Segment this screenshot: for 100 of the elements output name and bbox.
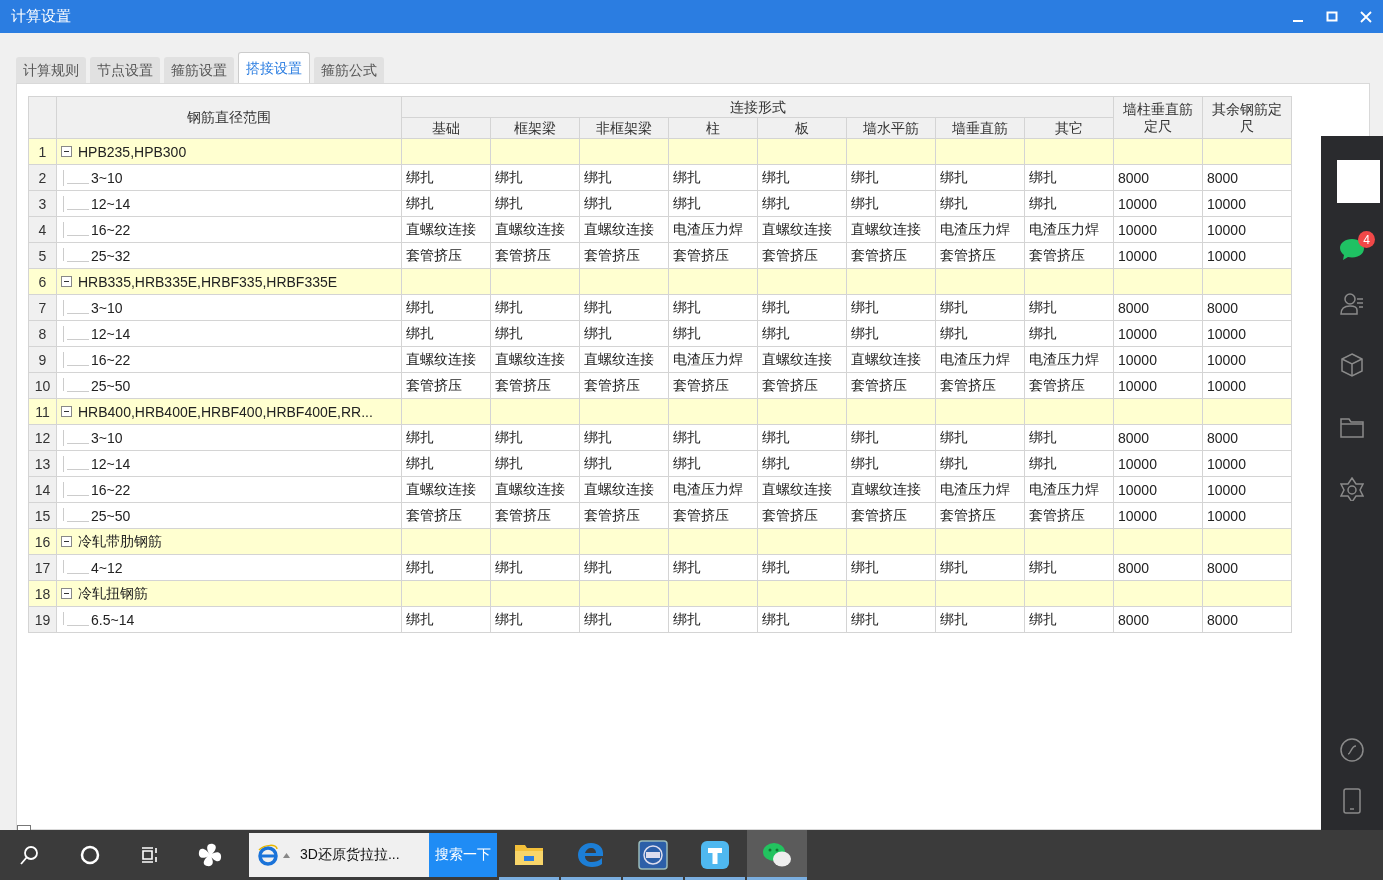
search-field[interactable]: 3D还原货拉拉...	[249, 833, 429, 877]
table-cell: 绑扎	[757, 450, 847, 477]
table-cell: 10000	[1113, 476, 1203, 503]
table-cell: 绑扎	[757, 294, 847, 321]
folder-icon[interactable]	[1340, 415, 1364, 439]
table-cell: 绑扎	[1024, 190, 1114, 217]
table-cell: 直螺纹连接	[401, 476, 491, 503]
table-cell: 直螺纹连接	[401, 216, 491, 243]
table-cell: 电渣压力焊	[935, 476, 1025, 503]
table-cell: 电渣压力焊	[668, 346, 758, 373]
table-cell: 绑扎	[579, 164, 669, 191]
circle-icon[interactable]	[80, 845, 100, 865]
table-cell: 套管挤压	[1024, 372, 1114, 399]
maximize-icon[interactable]	[1326, 10, 1338, 23]
table-cell: 绑扎	[935, 554, 1025, 581]
tab[interactable]: 搭接设置	[238, 52, 310, 83]
table-cell: 绑扎	[579, 424, 669, 451]
pinwheel-icon[interactable]	[197, 842, 223, 868]
search-icon[interactable]	[20, 845, 40, 865]
tab[interactable]: 箍筋公式	[314, 57, 384, 83]
table-cell: 绑扎	[490, 320, 580, 347]
contacts-icon[interactable]	[1340, 291, 1364, 315]
table-cell: 绑扎	[490, 424, 580, 451]
cad-app-icon[interactable]	[638, 840, 668, 870]
collapse-icon[interactable]	[61, 536, 72, 547]
table-cell: 直螺纹连接	[401, 346, 491, 373]
t-app-icon[interactable]	[700, 840, 730, 870]
browser-icon[interactable]	[576, 840, 606, 870]
table-cell: 直螺纹连接	[579, 346, 669, 373]
table-cell: 绑扎	[1024, 294, 1114, 321]
table-cell: 直螺纹连接	[846, 476, 936, 503]
table-cell: 绑扎	[1024, 450, 1114, 477]
table-cell: 10000	[1202, 450, 1292, 477]
group-label: 冷轧带肋钢筋	[78, 532, 162, 551]
table-cell: 绑扎	[668, 294, 758, 321]
table-cell: 10000	[1113, 372, 1203, 399]
table-cell: 绑扎	[579, 320, 669, 347]
table-cell: 8000	[1113, 424, 1203, 451]
row-number: 2	[28, 164, 57, 191]
diameter-range: 12~14	[91, 195, 131, 212]
row-number: 4	[28, 216, 57, 243]
tab[interactable]: 箍筋设置	[164, 57, 234, 83]
table-cell: 套管挤压	[935, 502, 1025, 529]
browser-icon	[257, 844, 279, 866]
collapse-icon[interactable]	[61, 588, 72, 599]
table-cell: 绑扎	[401, 320, 491, 347]
collapse-icon[interactable]	[61, 276, 72, 287]
collapse-icon[interactable]	[61, 406, 72, 417]
link-icon[interactable]	[1340, 738, 1364, 762]
search-text: 3D还原货拉拉...	[300, 846, 400, 864]
table-cell: 套管挤压	[401, 372, 491, 399]
row-number: 16	[28, 528, 57, 555]
taskbar-button[interactable]	[747, 830, 807, 880]
row-number: 10	[28, 372, 57, 399]
table-cell: 绑扎	[668, 190, 758, 217]
diameter-range: 12~14	[91, 455, 131, 472]
table-cell: 绑扎	[846, 164, 936, 191]
row-number: 7	[28, 294, 57, 321]
header-cell	[28, 96, 57, 139]
table-cell: 套管挤压	[757, 502, 847, 529]
table-cell: 套管挤压	[846, 502, 936, 529]
unread-badge: 4	[1358, 231, 1375, 248]
star-icon[interactable]	[1340, 477, 1364, 501]
table-cell: 套管挤压	[668, 372, 758, 399]
table-cell: 电渣压力焊	[1024, 476, 1114, 503]
table-cell: 套管挤压	[757, 242, 847, 269]
table-cell: 套管挤压	[490, 502, 580, 529]
table-cell: 绑扎	[668, 606, 758, 633]
table-cell: 电渣压力焊	[1024, 216, 1114, 243]
close-icon[interactable]	[1360, 10, 1372, 23]
row-number: 14	[28, 476, 57, 503]
table-cell: 绑扎	[935, 606, 1025, 633]
table-cell: 绑扎	[846, 606, 936, 633]
search-button[interactable]: 搜索一下	[429, 833, 497, 877]
row-number: 13	[28, 450, 57, 477]
task-view-icon[interactable]	[141, 845, 159, 865]
column-header: 连接形式	[401, 96, 1114, 118]
table-cell: 绑扎	[579, 294, 669, 321]
table-cell: 套管挤压	[401, 242, 491, 269]
column-header: 墙柱垂直筋定尺	[1113, 96, 1203, 139]
tab[interactable]: 节点设置	[90, 57, 160, 83]
avatar[interactable]	[1336, 160, 1380, 203]
caret-icon[interactable]	[283, 852, 290, 858]
group-label: HPB235,HPB300	[78, 143, 187, 160]
chat-icon[interactable]	[1339, 237, 1365, 261]
table-cell: 套管挤压	[1024, 502, 1114, 529]
table-cell: 绑扎	[757, 190, 847, 217]
collapse-icon[interactable]	[61, 146, 72, 157]
table-cell: 10000	[1113, 346, 1203, 373]
table-cell: 绑扎	[401, 294, 491, 321]
phone-icon[interactable]	[1343, 788, 1361, 814]
table-cell: 绑扎	[846, 424, 936, 451]
cube-icon[interactable]	[1340, 353, 1364, 377]
table-cell: 套管挤压	[668, 502, 758, 529]
diameter-range: 4~12	[91, 559, 123, 576]
table-cell: 套管挤压	[579, 372, 669, 399]
table-cell: 套管挤压	[490, 242, 580, 269]
table-cell: 8000	[1202, 164, 1292, 191]
tab[interactable]: 计算规则	[16, 57, 86, 83]
diameter-range: 16~22	[91, 221, 131, 238]
